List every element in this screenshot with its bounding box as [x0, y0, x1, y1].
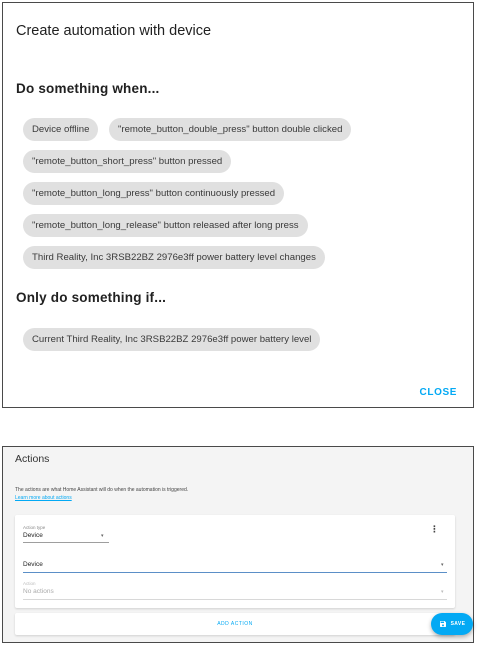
- device-input-value: Device: [23, 561, 43, 568]
- chevron-down-icon: ▾: [441, 562, 444, 568]
- action-type-value: Device: [23, 532, 43, 539]
- trigger-chip-battery-level-changes[interactable]: Third Reality, Inc 3RSB22BZ 2976e3ff pow…: [23, 246, 325, 269]
- chevron-down-icon: ▾: [441, 589, 444, 595]
- trigger-chip-long-release[interactable]: "remote_button_long_release" button rele…: [23, 214, 308, 237]
- trigger-section-title: Do something when...: [16, 81, 160, 96]
- action-type-select[interactable]: Action type Device ▾: [23, 523, 109, 543]
- device-input[interactable]: Device ▾: [23, 559, 447, 575]
- actions-title: Actions: [15, 453, 50, 465]
- more-vert-icon[interactable]: ⋮: [430, 525, 439, 534]
- actions-panel: Actions The actions are what Home Assist…: [2, 446, 474, 643]
- trigger-chip-long-press[interactable]: "remote_button_long_press" button contin…: [23, 182, 285, 205]
- action-type-label: Action type: [23, 525, 46, 530]
- trigger-chip-short-press[interactable]: "remote_button_short_press" button press…: [23, 150, 232, 173]
- create-automation-dialog: Create automation with device Do somethi…: [2, 2, 474, 408]
- actions-description: The actions are what Home Assistant will…: [15, 487, 189, 493]
- action-type-underline: [23, 542, 109, 543]
- condition-chip-battery-level[interactable]: Current Third Reality, Inc 3RSB22BZ 2976…: [23, 328, 321, 351]
- add-action-button[interactable]: ADD ACTION: [15, 613, 455, 635]
- action-select[interactable]: Action No actions ▾: [23, 581, 447, 603]
- chevron-down-icon: ▾: [101, 533, 104, 539]
- trigger-chip-double-press[interactable]: "remote_button_double_press" button doub…: [109, 118, 352, 141]
- dialog-title: Create automation with device: [16, 23, 212, 39]
- condition-section-title: Only do something if...: [16, 290, 167, 305]
- close-button[interactable]: CLOSE: [420, 387, 457, 398]
- learn-more-link[interactable]: Learn more about actions: [15, 495, 72, 501]
- save-button[interactable]: SAVE: [431, 613, 473, 635]
- action-label: Action: [23, 581, 36, 586]
- trigger-chip-device-offline[interactable]: Device offline: [23, 118, 99, 141]
- save-label: SAVE: [450, 621, 466, 627]
- action-card: Action type Device ▾ ⋮ Device ▾ Action N…: [15, 515, 455, 608]
- save-icon: [439, 621, 446, 627]
- device-underline: [23, 572, 447, 573]
- action-value: No actions: [23, 588, 54, 595]
- action-underline: [23, 599, 447, 600]
